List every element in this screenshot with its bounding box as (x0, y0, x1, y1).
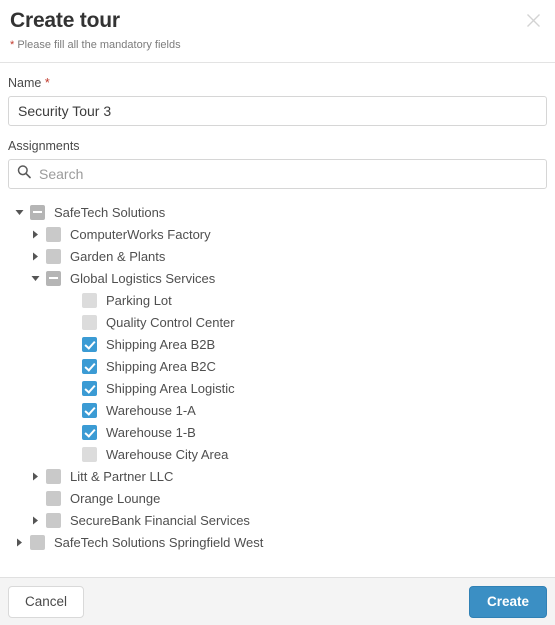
tree-row[interactable]: Warehouse 1-A (8, 399, 547, 421)
tree-checkbox[interactable] (46, 468, 61, 484)
cancel-button[interactable]: Cancel (8, 585, 85, 618)
tree-item-label: Shipping Area B2C (106, 358, 216, 374)
tree-row[interactable]: Parking Lot (8, 289, 547, 311)
tree-item-label: Orange Lounge (70, 490, 161, 506)
tree-item-label: SecureBank Financial Services (70, 512, 250, 528)
tree-item-label: Warehouse City Area (106, 446, 229, 462)
dialog-header: Create tour * Please fill all the mandat… (0, 0, 555, 63)
search-input[interactable] (8, 159, 547, 189)
chevron-right-icon[interactable] (28, 465, 42, 487)
tree-item-label: SafeTech Solutions (54, 204, 166, 220)
tree-twisty-placeholder (64, 399, 78, 421)
tree-row[interactable]: Warehouse City Area (8, 443, 547, 465)
tree-item-label: ComputerWorks Factory (70, 226, 211, 242)
tree-row[interactable]: Litt & Partner LLC (8, 465, 547, 487)
tree-item-label: Litt & Partner LLC (70, 468, 174, 484)
tree-row[interactable]: Garden & Plants (8, 245, 547, 267)
tree-checkbox[interactable] (30, 204, 45, 220)
tree-checkbox[interactable] (82, 358, 97, 374)
tree-checkbox[interactable] (82, 314, 97, 330)
tree-row[interactable]: Global Logistics Services (8, 267, 547, 289)
tree-checkbox[interactable] (82, 336, 97, 352)
dialog-footer: Cancel Create (0, 577, 555, 625)
tree-twisty-placeholder (64, 355, 78, 377)
create-button[interactable]: Create (469, 585, 547, 618)
name-label-text: Name (8, 76, 42, 90)
name-input[interactable] (8, 96, 547, 126)
tree-checkbox[interactable] (46, 226, 61, 242)
name-required-asterisk: * (44, 76, 50, 90)
tree-checkbox[interactable] (46, 248, 61, 264)
tree-checkbox[interactable] (82, 446, 97, 462)
tree-item-label: Warehouse 1-B (106, 424, 196, 440)
dialog-title: Create tour (10, 9, 120, 32)
tree-row[interactable]: Shipping Area Logistic (8, 377, 547, 399)
tree-twisty-placeholder (64, 377, 78, 399)
tree-item-label: Parking Lot (106, 292, 172, 308)
tree-twisty-placeholder (28, 487, 42, 509)
tree-checkbox[interactable] (82, 424, 97, 440)
tree-checkbox[interactable] (46, 490, 61, 506)
tree-twisty-placeholder (64, 289, 78, 311)
tree-twisty-placeholder (64, 333, 78, 355)
tree-checkbox[interactable] (82, 380, 97, 396)
dialog-body: Name * Assignments SafeTech Solutions Com… (0, 63, 555, 577)
search-field-wrapper (8, 159, 547, 189)
tree-twisty-placeholder (64, 421, 78, 443)
mandatory-fields-text: Please fill all the mandatory fields (14, 39, 181, 51)
assignments-tree: SafeTech Solutions ComputerWorks Factory G… (8, 201, 547, 553)
chevron-down-icon[interactable] (28, 267, 42, 289)
chevron-right-icon[interactable] (28, 223, 42, 245)
tree-row[interactable]: SafeTech Solutions Springfield West (8, 531, 547, 553)
tree-item-label: Shipping Area Logistic (106, 380, 235, 396)
tree-row[interactable]: ComputerWorks Factory (8, 223, 547, 245)
tree-item-label: Garden & Plants (70, 248, 166, 264)
close-button[interactable] (519, 6, 547, 34)
tree-twisty-placeholder (64, 443, 78, 465)
tree-twisty-placeholder (64, 311, 78, 333)
chevron-right-icon[interactable] (12, 531, 26, 553)
field-spacer (8, 126, 547, 138)
tree-row[interactable]: Orange Lounge (8, 487, 547, 509)
chevron-right-icon[interactable] (28, 509, 42, 531)
tree-checkbox[interactable] (46, 270, 61, 286)
tree-item-label: Warehouse 1-A (106, 402, 196, 418)
name-field-label: Name * (8, 75, 547, 91)
tree-row[interactable]: Quality Control Center (8, 311, 547, 333)
tree-item-label: SafeTech Solutions Springfield West (54, 534, 264, 550)
tree-checkbox[interactable] (82, 402, 97, 418)
tree-item-label: Global Logistics Services (70, 270, 216, 286)
close-icon (526, 13, 541, 28)
tree-checkbox[interactable] (30, 534, 45, 550)
tree-checkbox[interactable] (82, 292, 97, 308)
tree-item-label: Quality Control Center (106, 314, 235, 330)
chevron-right-icon[interactable] (28, 245, 42, 267)
tree-row[interactable]: Shipping Area B2C (8, 355, 547, 377)
tree-checkbox[interactable] (46, 512, 61, 528)
create-tour-dialog: Create tour * Please fill all the mandat… (0, 0, 555, 625)
tree-item-label: Shipping Area B2B (106, 336, 216, 352)
tree-row[interactable]: SecureBank Financial Services (8, 509, 547, 531)
tree-row[interactable]: Warehouse 1-B (8, 421, 547, 443)
mandatory-fields-note: * Please fill all the mandatory fields (10, 38, 545, 52)
tree-row[interactable]: SafeTech Solutions (8, 201, 547, 223)
tree-row[interactable]: Shipping Area B2B (8, 333, 547, 355)
chevron-down-icon[interactable] (12, 201, 26, 223)
assignments-field-label: Assignments (8, 139, 80, 153)
